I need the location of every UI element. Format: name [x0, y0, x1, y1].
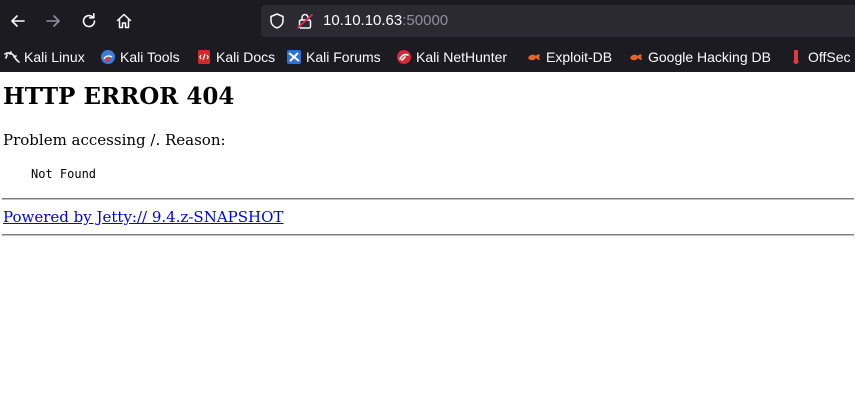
kali-docs-icon: [196, 49, 212, 65]
offsec-icon: [788, 49, 804, 65]
bookmark-google-hacking-db[interactable]: Google Hacking DB: [628, 47, 771, 67]
bookmark-label: Google Hacking DB: [648, 49, 771, 65]
bookmark-label: Exploit-DB: [546, 49, 613, 65]
bookmark-offsec[interactable]: OffSec: [788, 47, 851, 67]
ghdb-icon: [628, 49, 644, 65]
bookmark-kali-nethunter[interactable]: Kali NetHunter: [396, 47, 507, 67]
arrow-left-icon: [11, 15, 25, 27]
bookmark-label: OffSec: [808, 49, 851, 65]
home-button[interactable]: [110, 7, 138, 35]
browser-chrome: 10.10.10.63:50000 Kali Linux Kali Tools: [0, 0, 855, 72]
url-port: :50000: [402, 12, 449, 29]
bookmark-kali-tools[interactable]: Kali Tools: [100, 47, 180, 67]
bookmark-exploit-db[interactable]: Exploit-DB: [526, 47, 612, 67]
bookmark-label: Kali NetHunter: [416, 49, 508, 65]
bookmark-kali-forums[interactable]: Kali Forums: [286, 47, 381, 67]
problem-description: Problem accessing /. Reason:: [3, 131, 226, 149]
error-title: HTTP ERROR 404: [3, 83, 235, 110]
reload-button[interactable]: [75, 7, 103, 35]
powered-by-link[interactable]: Powered by Jetty:// 9.4.z-SNAPSHOT: [3, 207, 283, 227]
reload-icon: [82, 13, 96, 28]
horizontal-rule: [2, 234, 854, 236]
shield-icon[interactable]: [268, 12, 286, 30]
error-reason: Not Found: [31, 167, 97, 181]
kali-nethunter-icon: [396, 49, 412, 65]
bookmark-label: Kali Linux: [24, 49, 85, 65]
insecure-lock-icon[interactable]: [296, 12, 314, 30]
exploit-db-icon: [526, 49, 542, 65]
kali-forums-icon: [286, 49, 302, 65]
url-host: 10.10.10.63: [323, 12, 403, 29]
bookmark-label: Kali Forums: [306, 49, 381, 65]
bookmark-kali-docs[interactable]: Kali Docs: [196, 47, 275, 67]
address-bar[interactable]: 10.10.10.63:50000: [261, 5, 855, 37]
url-text[interactable]: 10.10.10.63:50000: [323, 12, 448, 30]
home-icon: [116, 13, 132, 29]
page-content: HTTP ERROR 404 Problem accessing /. Reas…: [0, 72, 855, 412]
horizontal-rule: [2, 198, 854, 200]
bookmark-label: Kali Docs: [216, 49, 276, 65]
bookmark-label: Kali Tools: [120, 49, 180, 65]
bookmarks-toolbar: Kali Linux Kali Tools Kali Docs Kali For…: [0, 42, 855, 72]
navigation-toolbar: 10.10.10.63:50000: [0, 0, 855, 42]
forward-button[interactable]: [39, 7, 67, 35]
back-button[interactable]: [4, 7, 32, 35]
kali-dragon-icon: [4, 49, 20, 65]
bookmark-kali-linux[interactable]: Kali Linux: [4, 47, 85, 67]
arrow-right-icon: [46, 15, 60, 27]
kali-tools-icon: [100, 49, 116, 65]
